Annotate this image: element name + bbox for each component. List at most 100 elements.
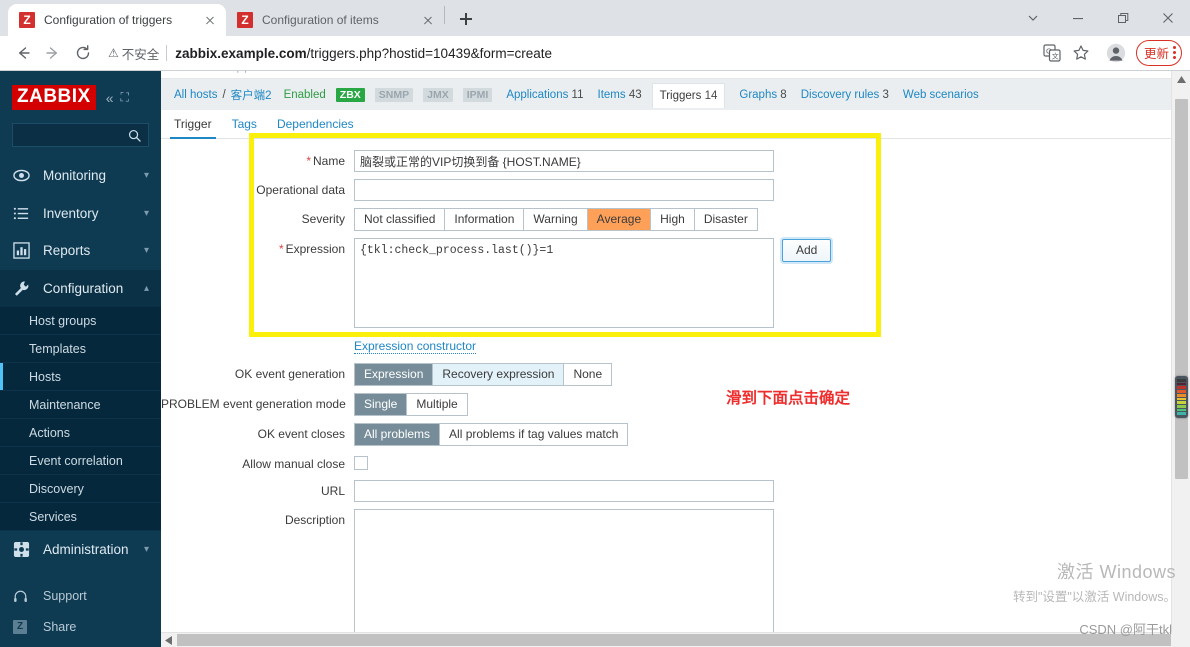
interface-badge-jmx: JMX (423, 87, 453, 102)
sidebar-item-hosts[interactable]: Hosts (0, 363, 161, 391)
sidebar-item-monitoring[interactable]: Monitoring ▾ (0, 157, 161, 195)
breadcrumb-all-hosts[interactable]: All hosts (174, 89, 217, 101)
sidebar-item-actions[interactable]: Actions (0, 419, 161, 447)
tab-search-chevron-icon[interactable] (1010, 2, 1055, 34)
severity-option-average[interactable]: Average (587, 209, 652, 230)
eye-icon (13, 167, 35, 184)
severity-option-not-classified[interactable]: Not classified (355, 209, 446, 230)
tab-dependencies[interactable]: Dependencies (277, 117, 354, 138)
vertical-scrollbar[interactable] (1171, 71, 1190, 647)
sidebar-item-share[interactable]: Z Share (0, 612, 161, 643)
label-text: Expression (285, 242, 345, 256)
forward-arrow-icon[interactable] (38, 38, 68, 68)
sidebar-item-maintenance[interactable]: Maintenance (0, 391, 161, 419)
form-row-description: Description (161, 509, 1171, 633)
scroll-left-arrow-icon[interactable] (161, 633, 176, 647)
browser-tab-2[interactable]: Z Configuration of items (226, 4, 444, 36)
wrench-icon (13, 280, 35, 297)
operational-data-input[interactable] (354, 179, 774, 201)
expression-constructor-link[interactable]: Expression constructor (354, 339, 477, 354)
allow-manual-close-checkbox[interactable] (354, 456, 368, 470)
ok-event-option-expression[interactable]: Expression (355, 364, 434, 385)
omnibox-divider (166, 45, 168, 61)
sidebar-item-inventory[interactable]: Inventory ▾ (0, 195, 161, 233)
close-icon[interactable] (202, 12, 218, 28)
cut-off-text: ·· (236, 71, 252, 78)
chevron-double-left-icon[interactable]: « (106, 90, 114, 106)
ok-closes-option-tag-values-match[interactable]: All problems if tag values match (440, 424, 628, 445)
header-link-web-scenarios[interactable]: Web scenarios (903, 89, 979, 101)
header-link-discovery-rules[interactable]: Discovery rules 3 (801, 89, 889, 101)
back-arrow-icon[interactable] (8, 38, 38, 68)
close-icon[interactable] (420, 12, 436, 28)
problem-event-mode-label: PROBLEM event generation mode (161, 397, 346, 411)
name-input[interactable] (354, 150, 774, 172)
expression-textarea[interactable]: {tkl:check_process.last()}=1 (354, 238, 774, 328)
form-row-severity: Severity Not classified Information Warn… (161, 208, 1171, 231)
sidebar-item-host-groups[interactable]: Host groups (0, 307, 161, 335)
severity-option-high[interactable]: High (651, 209, 695, 230)
sidebar-item-services[interactable]: Services (0, 503, 161, 531)
restore-icon[interactable] (1100, 2, 1145, 34)
sidebar-sublabel: Hosts (29, 369, 61, 384)
sidebar-sublabel: Actions (29, 425, 70, 440)
sidebar-item-administration[interactable]: Administration ▾ (0, 531, 161, 569)
severity-option-warning[interactable]: Warning (524, 209, 588, 230)
sidebar-item-support[interactable]: Support (0, 581, 161, 612)
description-textarea[interactable] (354, 509, 774, 633)
problem-mode-option-multiple[interactable]: Multiple (407, 394, 467, 415)
ok-event-option-recovery-expression[interactable]: Recovery expression (433, 364, 565, 385)
sidebar-item-discovery[interactable]: Discovery (0, 475, 161, 503)
host-status[interactable]: Enabled (284, 89, 326, 101)
tab-tags[interactable]: Tags (232, 117, 257, 138)
chevron-down-icon: ▾ (143, 170, 149, 182)
link-label: Triggers (659, 90, 702, 102)
horizontal-scroll-thumb[interactable] (177, 634, 1171, 646)
breadcrumb-host[interactable]: 客户端2 (231, 87, 272, 103)
url-input[interactable] (354, 480, 774, 502)
close-window-icon[interactable] (1145, 2, 1190, 34)
minimap-band (1177, 412, 1186, 416)
form-row-name: * Name (161, 150, 1171, 172)
browser-tab-1[interactable]: Z Configuration of triggers (8, 4, 226, 36)
severity-option-information[interactable]: Information (445, 209, 525, 230)
translate-icon[interactable]: G 文 (1039, 40, 1065, 66)
zabbix-z-icon: Z (19, 12, 35, 28)
ok-closes-option-all-problems[interactable]: All problems (355, 424, 441, 445)
header-link-applications[interactable]: Applications 11 (506, 89, 583, 101)
collapse-panel-icon[interactable]: ⛶ (121, 90, 129, 105)
header-link-triggers[interactable]: Triggers 14 (651, 83, 726, 108)
kebab-menu-icon[interactable] (1173, 46, 1176, 59)
address-bar[interactable]: ⚠ 不安全 zabbix.example.com/triggers.php?ho… (102, 40, 1030, 66)
sidebar-item-templates[interactable]: Templates (0, 335, 161, 363)
new-tab-button[interactable] (452, 5, 480, 33)
search-input[interactable] (12, 123, 149, 147)
scroll-up-arrow-icon[interactable] (1172, 71, 1190, 88)
header-link-items[interactable]: Items 43 (598, 89, 642, 101)
reload-icon[interactable] (68, 38, 98, 68)
tab-trigger[interactable]: Trigger (170, 117, 216, 139)
add-expression-button[interactable]: Add (782, 239, 832, 262)
sidebar-item-configuration[interactable]: Configuration ▴ (0, 269, 161, 307)
sidebar-item-event-correlation[interactable]: Event correlation (0, 447, 161, 475)
problem-mode-option-single[interactable]: Single (355, 394, 408, 415)
vertical-scroll-thumb[interactable] (1175, 99, 1188, 479)
profile-avatar-icon[interactable] (1103, 40, 1129, 66)
scrolled-content-edge: ·· (161, 71, 1171, 79)
sidebar-item-reports[interactable]: Reports ▾ (0, 232, 161, 270)
ok-event-generation-control: Expression Recovery expression None (354, 363, 613, 386)
sidebar-label: Configuration (43, 280, 124, 296)
form-row-problem-event-generation-mode: PROBLEM event generation mode Single Mul… (161, 393, 1171, 416)
url-text: zabbix.example.com/triggers.php?hostid=1… (175, 46, 552, 61)
minimap-band (1177, 386, 1186, 390)
gear-icon (13, 541, 35, 558)
update-button[interactable]: 更新 (1135, 40, 1182, 66)
severity-option-disaster[interactable]: Disaster (694, 209, 757, 230)
header-link-graphs[interactable]: Graphs 8 (739, 89, 786, 101)
expression-label: * Expression (161, 238, 354, 256)
ok-event-option-none[interactable]: None (564, 364, 612, 385)
minimize-icon[interactable] (1055, 2, 1100, 34)
star-icon[interactable] (1068, 40, 1094, 66)
horizontal-scrollbar[interactable] (161, 632, 1171, 647)
sidebar-sublabel: Event correlation (29, 453, 123, 468)
